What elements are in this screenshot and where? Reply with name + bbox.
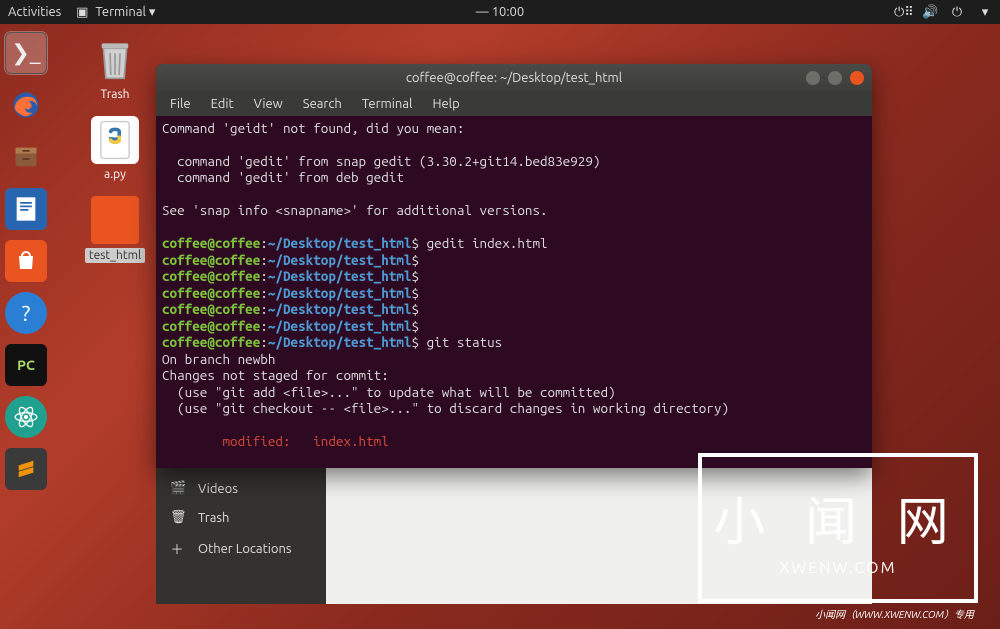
power-icon[interactable]: ⏻ — [950, 5, 964, 20]
activities-button[interactable]: Activities — [8, 5, 61, 19]
terminal-body[interactable]: Command 'geidt' not found, did you mean:… — [156, 116, 872, 468]
menu-search[interactable]: Search — [295, 95, 350, 113]
terminal-title: coffee@coffee: ~/Desktop/test_html — [406, 71, 622, 85]
launcher-help[interactable]: ? — [5, 292, 47, 334]
term-line: Changes not staged for commit: — [162, 367, 389, 383]
watermark-box: 小 闻 网 XWENW.COM — [698, 453, 978, 603]
firefox-icon — [11, 90, 41, 120]
trash-icon — [91, 36, 139, 84]
app-menu-label: Terminal ▾ — [95, 5, 155, 20]
launcher-terminal[interactable]: ❯_ — [5, 32, 47, 74]
prompt-user: coffee@coffee — [162, 235, 260, 251]
term-line: command 'gedit' from snap gedit (3.30.2+… — [162, 153, 600, 169]
terminal-menubar: File Edit View Search Terminal Help — [156, 92, 872, 116]
launcher-libreoffice-writer[interactable] — [5, 188, 47, 230]
launcher-pycharm[interactable]: PC — [5, 344, 47, 386]
window-minimize-button[interactable] — [806, 71, 820, 85]
files-sidebar-videos[interactable]: 🎬 Videos — [156, 474, 326, 503]
atom-icon — [13, 404, 39, 430]
term-line: command 'gedit' from deb gedit — [162, 169, 404, 185]
term-line: On branch newbh — [162, 351, 275, 367]
files-other-label: Other Locations — [198, 542, 292, 556]
term-line-modified: modified: index.html — [162, 433, 389, 449]
launcher-dock: ❯_ ? PC — [0, 24, 52, 629]
prompt-path: ~/Desktop/test_html — [268, 235, 412, 251]
term-line: (use "git add <file>..." to update what … — [162, 384, 616, 400]
window-close-button[interactable] — [850, 71, 864, 85]
menu-terminal[interactable]: Terminal — [354, 95, 421, 113]
files-videos-label: Videos — [198, 482, 238, 496]
shopping-bag-icon — [14, 249, 38, 273]
chevron-down-icon[interactable]: ▾ — [978, 5, 992, 20]
clock[interactable]: — 10:00 — [476, 5, 524, 19]
top-bar: Activities ▣ Terminal ▾ — 10:00 ⏻⠿ 🔊 ⏻ ▾ — [0, 0, 1000, 24]
launcher-ubuntu-software[interactable] — [5, 240, 47, 282]
term-line: Command 'geidt' not found, did you mean: — [162, 120, 464, 136]
desktop-file-apy[interactable]: a.py — [80, 116, 150, 181]
volume-icon[interactable]: 🔊 — [922, 5, 936, 20]
sublime-icon — [15, 458, 37, 480]
plus-icon: ＋ — [170, 539, 184, 558]
term-cmd: git status — [419, 334, 502, 350]
term-line: no changes added to commit (use "git add… — [162, 466, 653, 468]
python-file-icon — [91, 116, 139, 164]
files-sidebar-other-locations[interactable]: ＋ Other Locations — [156, 532, 326, 565]
term-line: See 'snap info <snapname>' for additiona… — [162, 202, 548, 218]
window-maximize-button[interactable] — [828, 71, 842, 85]
files-sidebar-trash[interactable]: 🗑 Trash — [156, 503, 326, 532]
terminal-window: coffee@coffee: ~/Desktop/test_html File … — [156, 64, 872, 468]
menu-edit[interactable]: Edit — [203, 95, 242, 113]
launcher-files[interactable] — [5, 136, 47, 178]
launcher-firefox[interactable] — [5, 84, 47, 126]
trash-small-icon: 🗑 — [170, 510, 184, 525]
terminal-icon: ▣ — [75, 5, 89, 20]
menu-help[interactable]: Help — [424, 95, 467, 113]
desktop-folder-label: test_html — [85, 248, 145, 263]
term-line: (use "git checkout -- <file>..." to disc… — [162, 400, 729, 416]
term-cmd: gedit index.html — [419, 235, 548, 251]
launcher-sublime[interactable] — [5, 448, 47, 490]
menu-file[interactable]: File — [162, 95, 199, 113]
desktop-folder-testhtml[interactable]: test_html — [80, 196, 150, 263]
terminal-titlebar[interactable]: coffee@coffee: ~/Desktop/test_html — [156, 64, 872, 92]
folder-icon — [91, 196, 139, 244]
network-icon[interactable]: ⏻⠿ — [894, 5, 908, 20]
document-icon — [12, 195, 40, 223]
video-icon: 🎬 — [170, 481, 184, 496]
watermark-big: 小 闻 网 — [713, 480, 963, 555]
desktop-trash-label: Trash — [80, 88, 150, 101]
drawer-icon — [12, 143, 40, 171]
desktop-trash[interactable]: Trash — [80, 36, 150, 101]
watermark-footer: 小闻网（WWW.XWENW.COM）专用 — [815, 606, 974, 621]
launcher-atom[interactable] — [5, 396, 47, 438]
watermark-small: XWENW.COM — [780, 559, 897, 577]
app-menu[interactable]: ▣ Terminal ▾ — [75, 5, 155, 20]
menu-view[interactable]: View — [246, 95, 291, 113]
files-sidebar: 🎬 Videos 🗑 Trash ＋ Other Locations — [156, 468, 326, 604]
desktop-apy-label: a.py — [80, 168, 150, 181]
files-trash-label: Trash — [198, 511, 229, 525]
